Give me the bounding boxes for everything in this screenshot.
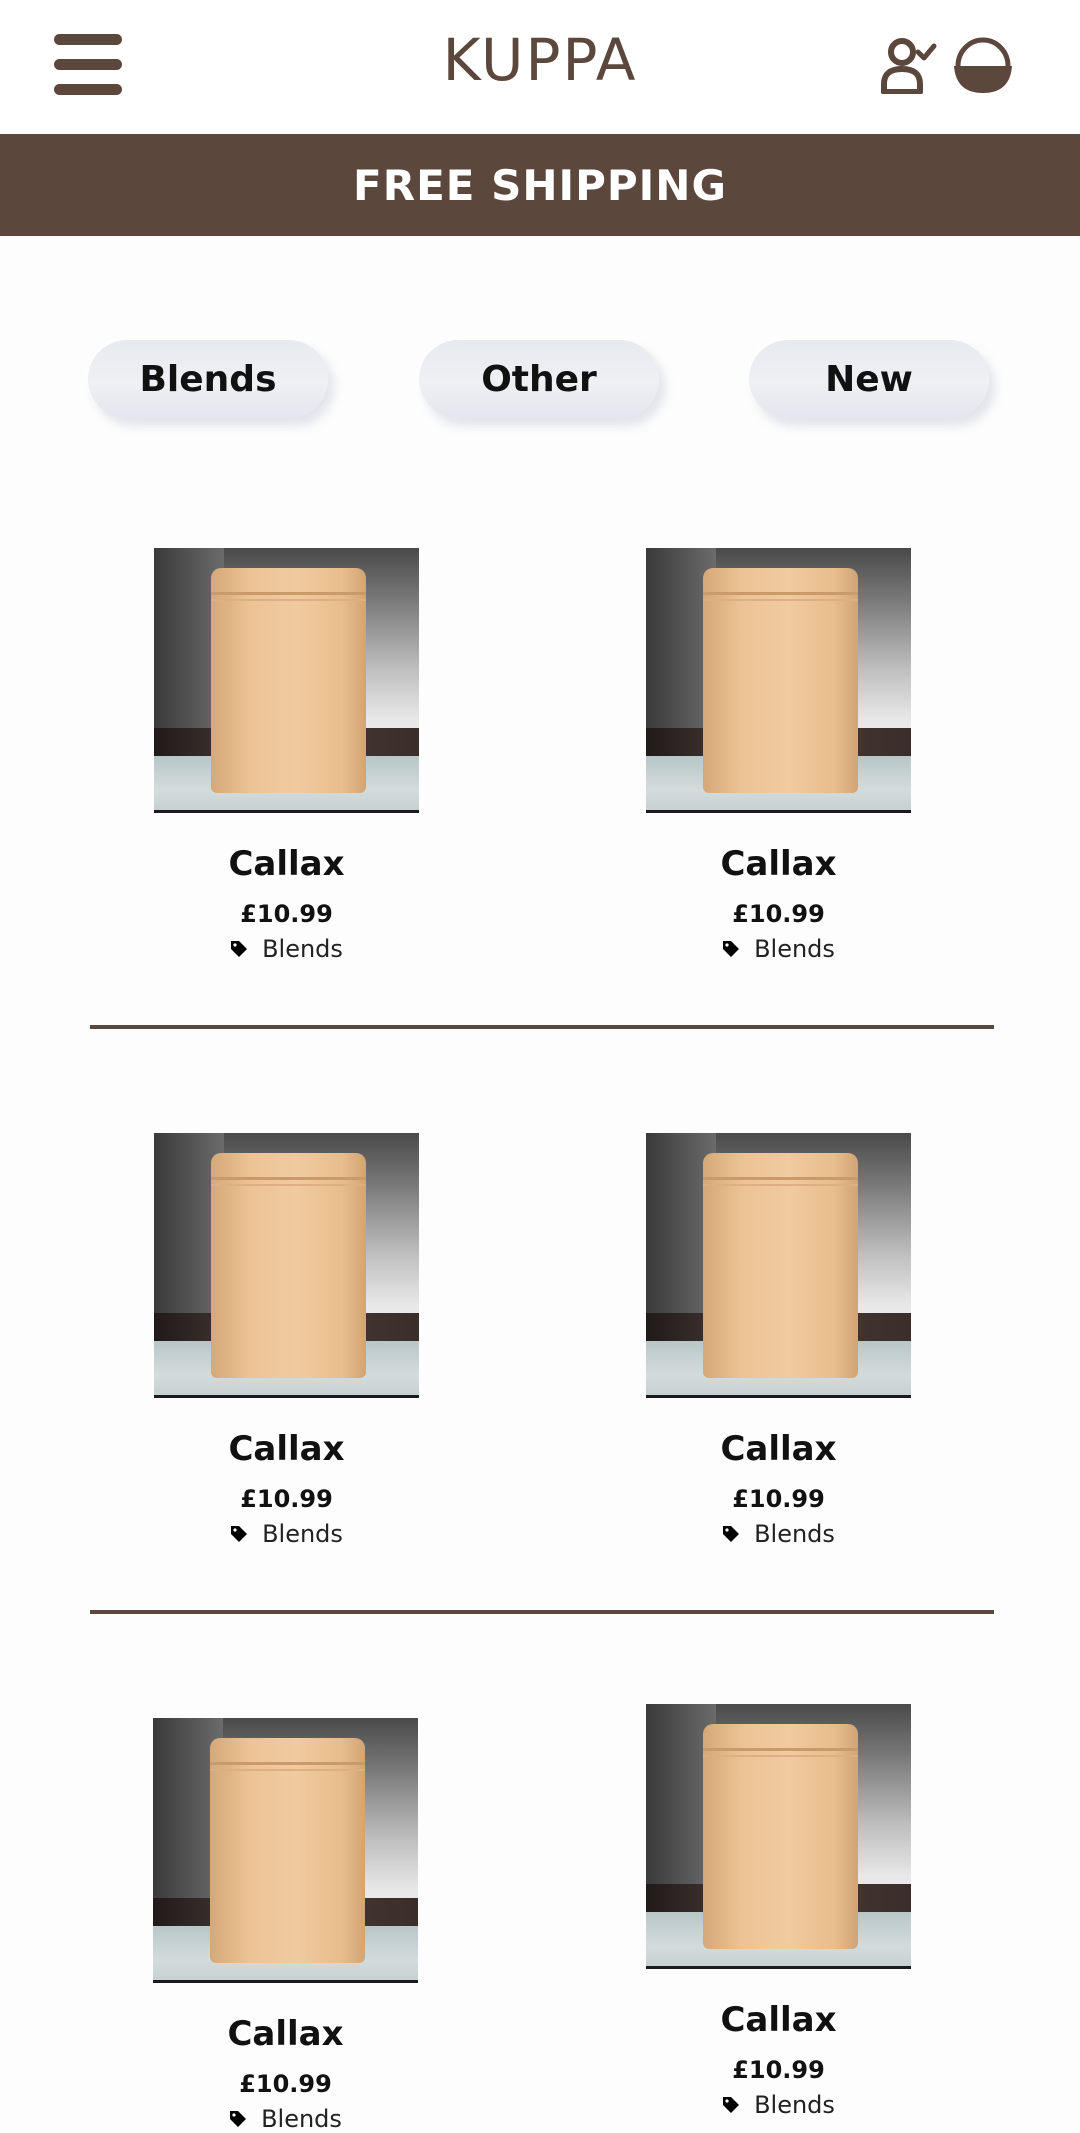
- tag-icon: [230, 2111, 247, 2127]
- filter-new-button[interactable]: New: [749, 340, 989, 418]
- row-divider: [90, 1025, 994, 1029]
- tag-icon: [723, 2097, 740, 2113]
- product-price: £10.99: [732, 900, 825, 928]
- tag-icon: [231, 941, 248, 957]
- product-category: Blends: [153, 2105, 418, 2133]
- product-name[interactable]: Callax: [646, 844, 911, 884]
- product-image[interactable]: [154, 1133, 419, 1398]
- product-image[interactable]: [646, 548, 911, 813]
- product-category: Blends: [646, 2091, 911, 2119]
- free-shipping-banner: FREE SHIPPING: [0, 134, 1080, 236]
- product-name[interactable]: Callax: [154, 844, 419, 884]
- category-label: Blends: [262, 1520, 343, 1548]
- site-header: KUPPA: [0, 0, 1080, 134]
- product-image[interactable]: [646, 1704, 911, 1969]
- product-image[interactable]: [153, 1718, 418, 1983]
- filter-other-button[interactable]: Other: [419, 340, 659, 418]
- category-label: Blends: [754, 935, 835, 963]
- basket-icon[interactable]: [952, 36, 1014, 96]
- tag-icon: [723, 941, 740, 957]
- product-category: Blends: [154, 935, 419, 963]
- product-category: Blends: [154, 1520, 419, 1548]
- category-label: Blends: [754, 2091, 835, 2119]
- filter-blends-button[interactable]: Blends: [88, 340, 328, 418]
- product-name[interactable]: Callax: [646, 2000, 911, 2040]
- tag-icon: [723, 1526, 740, 1542]
- category-label: Blends: [262, 935, 343, 963]
- product-price: £10.99: [732, 2056, 825, 2084]
- product-name[interactable]: Callax: [646, 1429, 911, 1469]
- tag-icon: [231, 1526, 248, 1542]
- product-image[interactable]: [154, 548, 419, 813]
- product-category: Blends: [646, 935, 911, 963]
- product-price: £10.99: [240, 900, 333, 928]
- product-price: £10.99: [239, 2070, 332, 2098]
- category-label: Blends: [261, 2105, 342, 2133]
- product-image[interactable]: [646, 1133, 911, 1398]
- product-price: £10.99: [732, 1485, 825, 1513]
- product-category: Blends: [646, 1520, 911, 1548]
- row-divider: [90, 1610, 994, 1614]
- product-name[interactable]: Callax: [154, 1429, 419, 1469]
- product-price: £10.99: [240, 1485, 333, 1513]
- product-name[interactable]: Callax: [153, 2014, 418, 2054]
- category-label: Blends: [754, 1520, 835, 1548]
- user-check-icon[interactable]: [880, 36, 938, 95]
